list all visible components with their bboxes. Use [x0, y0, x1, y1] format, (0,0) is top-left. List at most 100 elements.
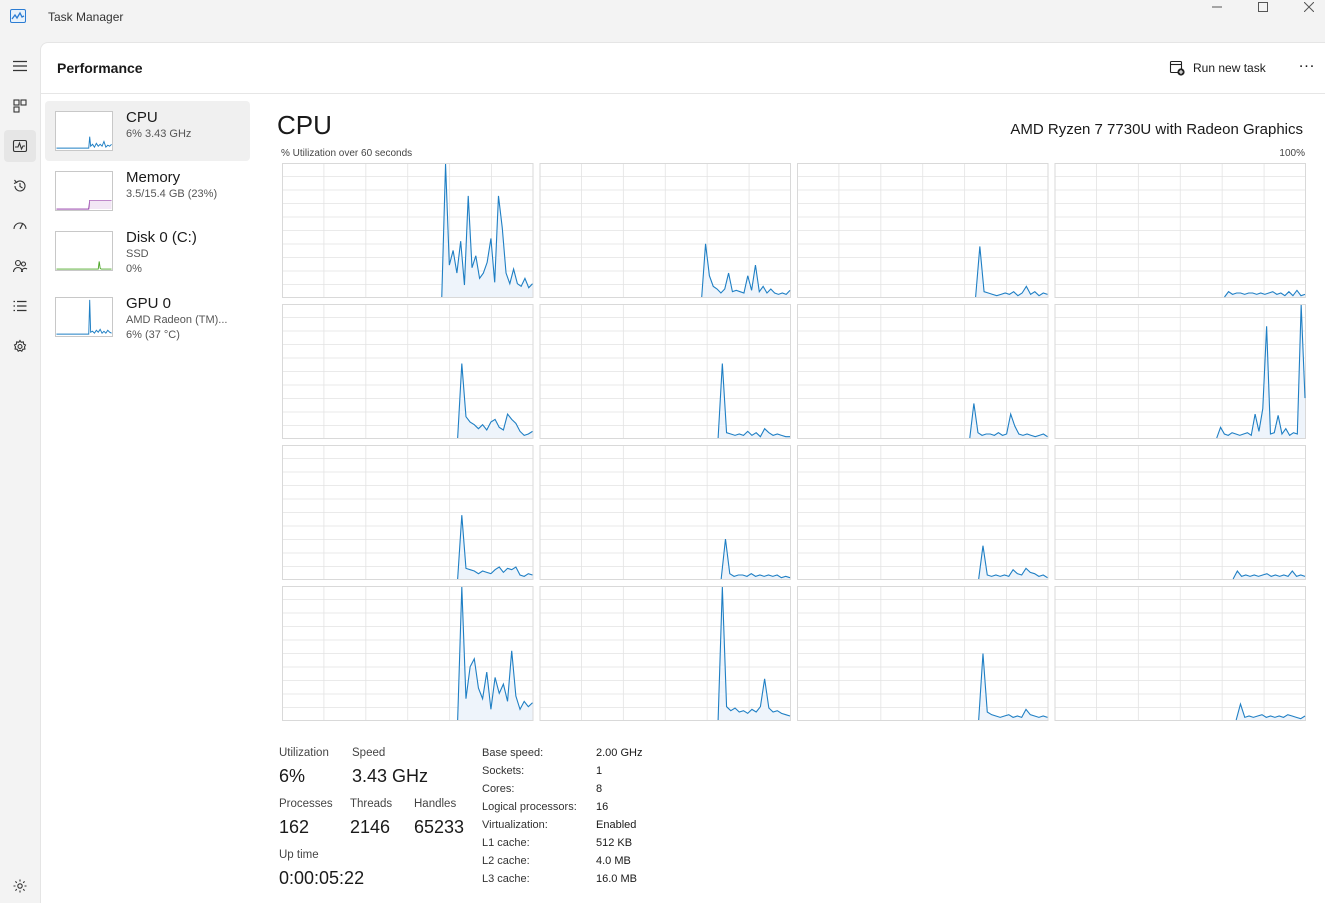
spec-label: L2 cache: [482, 855, 530, 867]
resource-name: Memory [126, 169, 181, 186]
task-manager-app-icon [10, 9, 26, 23]
spec-value: 16 [596, 801, 609, 813]
run-new-task-icon [1169, 60, 1185, 76]
cpu-title: CPU [277, 110, 332, 140]
handles-label: Handles [414, 798, 457, 810]
spec-label: Base speed: [482, 747, 544, 759]
processes-label: Processes [279, 798, 333, 810]
minimize-button[interactable] [1194, 0, 1240, 14]
hamburger-menu-button[interactable] [4, 50, 36, 82]
minimize-icon [1212, 6, 1222, 8]
spec-value: 1 [596, 765, 603, 777]
close-icon [1304, 2, 1314, 12]
spec-label: L3 cache: [482, 873, 530, 885]
gpu-thumbnail-graph [55, 297, 113, 337]
performance-icon [12, 139, 28, 153]
logical-processor-graph [797, 445, 1049, 580]
resource-disk[interactable]: Disk 0 (C:) SSD 0% [45, 221, 250, 281]
logical-processor-graph [797, 163, 1049, 298]
nav-settings[interactable] [4, 870, 36, 902]
logical-processor-graph [1054, 445, 1306, 580]
navigation-rail [0, 42, 40, 903]
nav-performance[interactable] [4, 130, 36, 162]
nav-users[interactable] [4, 250, 36, 282]
resource-usage: 0% [126, 263, 142, 275]
page-title: Performance [57, 60, 143, 76]
performance-page: Performance Run new task ... CPU 6% 3.43… [40, 42, 1325, 903]
close-button[interactable] [1286, 0, 1325, 14]
resource-name: CPU [126, 109, 158, 126]
logical-processor-graph [282, 304, 534, 439]
cpu-thumbnail-graph [55, 111, 113, 151]
logical-processor-graph [282, 445, 534, 580]
nav-services[interactable] [4, 330, 36, 362]
details-icon [13, 300, 27, 312]
utilization-max: 100% [1279, 148, 1305, 159]
logical-processor-graph [539, 445, 791, 580]
spec-value: 2.00 GHz [596, 747, 643, 759]
cpu-model: AMD Ryzen 7 7730U with Radeon Graphics [1010, 121, 1303, 138]
nav-processes[interactable] [4, 90, 36, 122]
logical-processor-graph [797, 586, 1049, 721]
resource-gpu[interactable]: GPU 0 AMD Radeon (TM)... 6% (37 °C) [45, 287, 250, 347]
resource-memory[interactable]: Memory 3.5/15.4 GB (23%) [45, 161, 250, 221]
speed-label: Speed [352, 747, 386, 759]
logical-processor-graph [797, 304, 1049, 439]
spec-value: Enabled [596, 819, 637, 831]
spec-value: 8 [596, 783, 603, 795]
spec-label: Sockets: [482, 765, 525, 777]
handles-value: 65233 [414, 817, 465, 837]
spec-value: 512 KB [596, 837, 633, 849]
hamburger-icon [13, 60, 27, 72]
logical-processor-graph [1054, 586, 1306, 721]
memory-thumbnail-graph [55, 171, 113, 211]
settings-icon [13, 879, 27, 893]
page-header: Performance Run new task ... [41, 43, 1325, 94]
resource-detail: 6% 3.43 GHz [126, 128, 192, 140]
processes-icon [13, 99, 27, 113]
more-options-icon: ... [1298, 54, 1316, 71]
resource-name: Disk 0 (C:) [126, 229, 197, 246]
title-bar: Task Manager [0, 0, 1325, 42]
resource-detail: SSD [126, 248, 149, 260]
startup-apps-icon [13, 222, 27, 230]
spec-label: L1 cache: [482, 837, 530, 849]
run-new-task-label: Run new task [1193, 61, 1266, 75]
logical-processor-graph [282, 163, 534, 298]
maximize-icon [1258, 2, 1268, 12]
nav-details[interactable] [4, 290, 36, 322]
processes-value: 162 [279, 817, 310, 837]
utilization-label: Utilization [279, 747, 329, 759]
resource-usage: 6% (37 °C) [126, 329, 180, 341]
utilization-value: 6% [279, 766, 306, 786]
window-title: Task Manager [48, 10, 124, 24]
logical-processor-graph [539, 304, 791, 439]
nav-startup-apps[interactable] [4, 210, 36, 242]
app-history-icon [13, 179, 26, 192]
speed-value: 3.43 GHz [352, 766, 429, 786]
logical-processor-graphs [282, 163, 1306, 721]
more-options-button[interactable]: ... [1295, 54, 1319, 79]
logical-processor-graph [282, 586, 534, 721]
services-icon [13, 339, 27, 352]
logical-processor-graph [1054, 163, 1306, 298]
disk-thumbnail-graph [55, 231, 113, 271]
logical-processor-graph [539, 586, 791, 721]
uptime-label: Up time [279, 849, 319, 861]
spec-value: 4.0 MB [596, 855, 631, 867]
logical-processor-graph [1054, 304, 1306, 439]
spec-label: Cores: [482, 783, 515, 795]
resource-detail: AMD Radeon (TM)... [126, 314, 228, 326]
threads-value: 2146 [350, 817, 391, 837]
spec-label: Virtualization: [482, 819, 548, 831]
users-icon [12, 259, 28, 273]
run-new-task-button[interactable]: Run new task [1169, 56, 1266, 80]
nav-app-history[interactable] [4, 170, 36, 202]
utilization-caption: % Utilization over 60 seconds [281, 148, 413, 159]
maximize-button[interactable] [1240, 0, 1286, 14]
resource-detail: 3.5/15.4 GB (23%) [126, 188, 218, 200]
logical-processor-graph [539, 163, 791, 298]
resource-cpu[interactable]: CPU 6% 3.43 GHz [45, 101, 250, 161]
spec-label: Logical processors: [482, 801, 577, 813]
uptime-value: 0:00:05:22 [279, 868, 365, 888]
